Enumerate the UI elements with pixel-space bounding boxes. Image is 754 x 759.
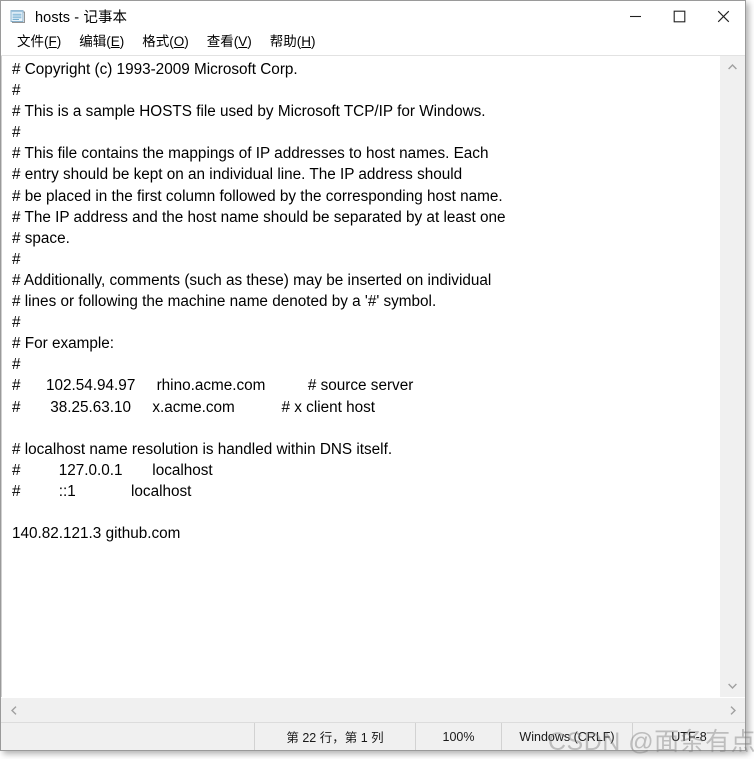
maximize-icon — [673, 10, 685, 22]
horizontal-scrollbar[interactable] — [1, 697, 745, 722]
menu-mnemonic-file: F — [48, 34, 57, 49]
text-editor[interactable]: # Copyright (c) 1993-2009 Microsoft Corp… — [1, 56, 719, 697]
menu-item-edit[interactable]: 编辑(E) — [70, 32, 133, 53]
editor-line: # 127.0.0.1 localhost — [12, 461, 213, 479]
menu-item-help[interactable]: 帮助(H) — [261, 32, 325, 53]
editor-line: # For example: — [12, 335, 115, 353]
title-bar[interactable]: hosts - 记事本 — [1, 1, 745, 31]
scroll-right-icon[interactable] — [720, 698, 745, 722]
menu-label-edit: 编辑 — [79, 34, 107, 49]
editor-line: # ::1 localhost — [12, 482, 192, 500]
menu-item-format[interactable]: 格式(O) — [133, 32, 198, 53]
editor-body: # Copyright (c) 1993-2009 Microsoft Corp… — [1, 55, 745, 722]
editor-line: # — [12, 82, 21, 100]
close-icon — [717, 10, 729, 22]
editor-line: # — [12, 250, 21, 268]
window-title: hosts - 记事本 — [35, 9, 128, 26]
maximize-button[interactable] — [657, 1, 701, 31]
editor-line: # lines or following the machine name de… — [12, 293, 437, 311]
status-zoom-level[interactable]: 100% — [415, 723, 501, 750]
editor-line: # This is a sample HOSTS file used by Mi… — [12, 103, 486, 121]
minimize-button[interactable] — [613, 1, 657, 31]
editor-line: 140.82.121.3 github.com — [12, 525, 181, 543]
menu-mnemonic-edit: E — [110, 34, 120, 49]
status-cursor-position: 第 22 行，第 1 列 — [254, 723, 415, 750]
scroll-left-icon[interactable] — [1, 698, 26, 722]
editor-line: # 38.25.63.10 x.acme.com # x client host — [12, 398, 376, 416]
menu-bar: 文件(F) 编辑(E) 格式(O) 查看(V) 帮助(H) — [1, 31, 745, 55]
editor-line: # localhost name resolution is handled w… — [12, 440, 393, 458]
menu-item-view[interactable]: 查看(V) — [198, 32, 261, 53]
editor-line: # space. — [12, 229, 70, 247]
menu-label-help: 帮助 — [269, 34, 297, 49]
menu-label-view: 查看 — [206, 34, 234, 49]
editor-line: # This file contains the mappings of IP … — [12, 145, 489, 163]
editor-line: # Additionally, comments (such as these)… — [12, 271, 492, 289]
editor-line: # Copyright (c) 1993-2009 Microsoft Corp… — [12, 61, 298, 78]
window-controls — [613, 1, 745, 31]
notepad-window: hosts - 记事本 文件(F) 编辑(E) 格式(O) 查看(V) 帮助(H… — [0, 0, 746, 751]
editor-line: # The IP address and the host name shoul… — [12, 208, 506, 226]
scroll-up-icon[interactable] — [720, 56, 745, 78]
scroll-down-icon[interactable] — [720, 675, 745, 697]
status-bar: 第 22 行，第 1 列 100% Windows (CRLF) UTF-8 — [1, 722, 745, 750]
menu-mnemonic-help: H — [301, 34, 312, 49]
vertical-scrollbar[interactable] — [719, 56, 745, 697]
editor-line: # — [12, 124, 21, 142]
close-button[interactable] — [701, 1, 745, 31]
editor-line: # — [12, 356, 21, 374]
status-encoding: UTF-8 — [632, 723, 745, 750]
menu-mnemonic-view: V — [238, 34, 248, 49]
editor-line: # be placed in the first column followed… — [12, 187, 503, 205]
editor-line: # entry should be kept on an individual … — [12, 166, 463, 184]
menu-label-format: 格式 — [142, 34, 170, 49]
menu-mnemonic-format: O — [173, 34, 185, 49]
notepad-icon — [10, 8, 27, 25]
editor-line: # — [12, 314, 21, 332]
editor-row: # Copyright (c) 1993-2009 Microsoft Corp… — [1, 56, 745, 697]
minimize-icon — [629, 15, 641, 17]
menu-label-file: 文件 — [17, 34, 44, 49]
menu-item-file[interactable]: 文件(F) — [8, 32, 70, 53]
editor-line: # 102.54.94.97 rhino.acme.com # source s… — [12, 377, 414, 395]
status-line-ending: Windows (CRLF) — [501, 723, 632, 750]
